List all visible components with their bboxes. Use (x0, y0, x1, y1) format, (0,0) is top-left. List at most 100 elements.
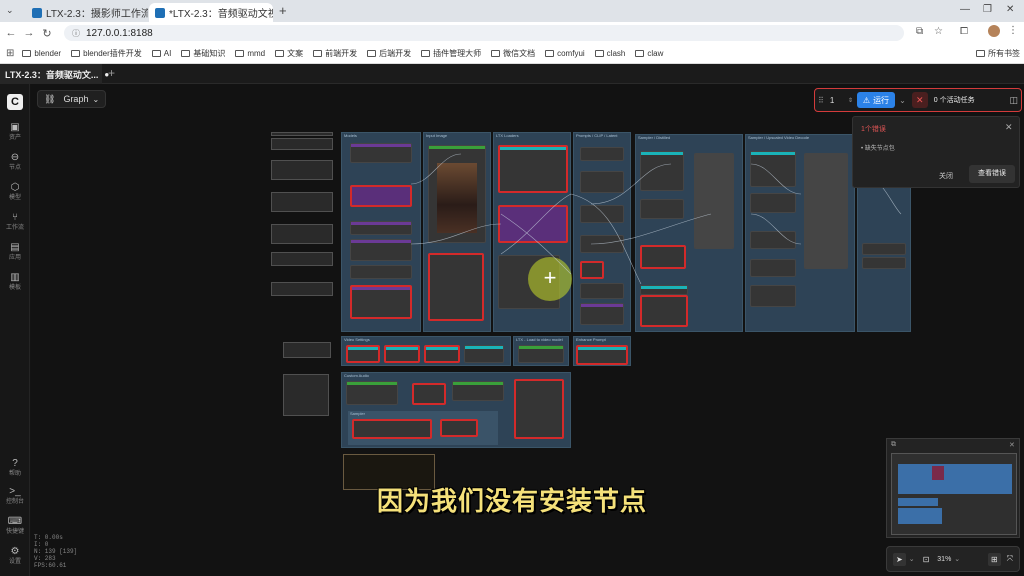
minimap-toggle-icon[interactable]: ⊞ (987, 552, 1001, 566)
folder-icon (181, 50, 191, 57)
minimize-window-button[interactable]: — (960, 4, 970, 15)
bookmark-folder[interactable]: AI (151, 49, 171, 58)
address-bar[interactable]: ⓘ 127.0.0.1:8188 (64, 25, 904, 41)
run-toolbar: ⠿ 1 ⇕ ⚠ 运行 ⌄ ✕ 0 个活动任务 ◫ (814, 88, 1022, 112)
apps-grid-icon[interactable]: ⊞ (6, 48, 14, 59)
workflow-tab[interactable]: LTX-2.3：音频驱动文... ● (0, 64, 109, 84)
folder-icon (235, 50, 245, 57)
canvas-tools: ➤ ⌄ ⊡ 31% ⌄ ⊞ ⤧ (886, 546, 1020, 572)
minimap-icon: ⧉ (891, 441, 896, 448)
maximize-window-button[interactable]: ❐ (983, 4, 992, 15)
cube-icon: ⬡ (10, 182, 20, 193)
folder-icon (421, 50, 431, 57)
browser-menu-icon[interactable]: ⋮ (1008, 25, 1018, 36)
perf-stats: T: 0.00s I: 0 N: 139 [139] V: 283 FPS:60… (34, 534, 78, 569)
address-url: 127.0.0.1:8188 (86, 27, 153, 39)
site-info-icon[interactable]: ⓘ (72, 28, 80, 39)
bookmark-folder[interactable]: 前端开发 (313, 48, 357, 59)
bookmark-folder[interactable]: comfyui (545, 49, 585, 58)
chevron-down-icon[interactable]: ⌄ (954, 555, 960, 563)
video-subtitle: 因为我们没有安装节点 (376, 486, 647, 516)
bookmark-folder[interactable]: 基础知识 (181, 48, 225, 59)
translate-icon[interactable]: ⧉ (916, 26, 923, 37)
bookmark-folder[interactable]: 微信文档 (491, 48, 535, 59)
chevron-down-icon[interactable]: ⌄ (909, 555, 915, 563)
profile-avatar[interactable] (988, 25, 1000, 37)
run-options-chevron-icon[interactable]: ⌄ (899, 96, 906, 105)
error-item[interactable]: • 缺失节点包 (861, 143, 895, 152)
folder-icon (635, 50, 645, 57)
browser-toolbar: ← → ↻ ⓘ 127.0.0.1:8188 ⧉ ☆ ⧠ ⋮ (0, 22, 1024, 44)
sidebar-item-help[interactable]: ? 帮助 (0, 458, 30, 478)
browser-tab-bar: ⌄ LTX-2.3：摄影师工作流、文生 ✕ *LTX-2.3：音频驱动文视频生 … (0, 0, 1024, 22)
sidebar-item-nodes[interactable]: ⊖ 节点 (0, 152, 30, 172)
link-visibility-icon[interactable]: ⤧ (1007, 554, 1013, 564)
close-minimap-icon[interactable]: ✕ (1009, 441, 1015, 449)
select-tool-icon[interactable]: ➤ (893, 552, 906, 566)
folder-icon (22, 50, 32, 57)
tab-list-icon[interactable]: ⌄ (6, 5, 14, 16)
template-icon: ▥ (10, 272, 20, 283)
app-icon: ▤ (10, 242, 20, 253)
run-button[interactable]: ⚠ 运行 (856, 92, 896, 108)
add-workflow-tab-button[interactable]: + (108, 66, 115, 80)
panel-toggle-icon[interactable]: ◫ (1009, 95, 1018, 106)
drag-handle-icon[interactable]: ⠿ (818, 96, 824, 105)
folder-icon (367, 50, 377, 57)
browser-tab-2[interactable]: *LTX-2.3：音频驱动文视频生 ✕ (149, 3, 273, 22)
bookmark-folder[interactable]: claw (635, 49, 663, 58)
close-window-button[interactable]: ✕ (1006, 4, 1014, 15)
gear-icon: ⚙ (10, 546, 20, 557)
close-button[interactable]: 关闭 (939, 171, 953, 181)
cancel-run-button[interactable]: ✕ (911, 92, 928, 108)
extensions-icon[interactable]: ⧠ (960, 26, 968, 37)
node-icon: ⊖ (10, 152, 20, 163)
folder-icon (976, 50, 985, 57)
bookmark-folder[interactable]: blender (22, 49, 61, 58)
bookmark-folder[interactable]: clash (594, 49, 625, 58)
bookmark-star-icon[interactable]: ☆ (934, 26, 943, 37)
bookmark-folder[interactable]: 文案 (275, 48, 303, 59)
sidebar-item-apps[interactable]: ▤ 应用 (0, 242, 30, 262)
bookmark-folder[interactable]: 插件管理大师 (421, 48, 481, 59)
warning-icon: ⚠ (862, 95, 871, 105)
fit-view-icon[interactable]: ⊡ (923, 555, 930, 564)
image-icon: ▣ (10, 122, 20, 133)
sidebar-item-workflows[interactable]: ⑂ 工作流 (0, 212, 30, 232)
workflow-icon: ⑂ (12, 212, 18, 223)
sidebar-item-settings[interactable]: ⚙ 设置 (0, 546, 30, 566)
comfy-favicon-icon (155, 7, 165, 18)
workflow-tab-title: LTX-2.3：音频驱动文... (5, 69, 99, 80)
sidebar-item-shortcuts[interactable]: ⌨ 快捷键 (0, 516, 30, 536)
forward-icon[interactable]: → (20, 27, 38, 39)
browser-tab-1[interactable]: LTX-2.3：摄影师工作流、文生 ✕ (26, 3, 148, 22)
folder-icon (545, 50, 555, 57)
folder-icon (275, 50, 285, 57)
error-panel: 1个错误 ✕ • 缺失节点包 关闭 查看错误 (852, 116, 1020, 188)
sidebar-item-templates[interactable]: ▥ 模板 (0, 272, 30, 292)
folder-icon (491, 50, 501, 57)
reload-icon[interactable]: ↻ (38, 27, 56, 40)
bookmark-folder[interactable]: mmd (235, 49, 265, 58)
run-count-input[interactable]: 1 (830, 96, 848, 105)
folder-icon (313, 50, 323, 57)
zoom-level[interactable]: 31% (937, 556, 951, 563)
error-title: 1个错误 (861, 126, 886, 133)
stepper-icon[interactable]: ⇕ (848, 97, 853, 104)
view-errors-button[interactable]: 查看错误 (969, 165, 1015, 183)
back-icon[interactable]: ← (2, 27, 20, 39)
browser-tab-2-title: *LTX-2.3：音频驱动文视频生 (169, 9, 273, 20)
app-header: LTX-2.3：音频驱动文... ● + (0, 64, 1024, 84)
help-icon: ? (12, 458, 18, 469)
close-icon[interactable]: ✕ (1005, 122, 1013, 133)
folder-icon (71, 50, 81, 57)
bookmark-folder[interactable]: 后端开发 (367, 48, 411, 59)
active-tasks-button[interactable]: 0 个活动任务 (934, 95, 975, 105)
bookmark-folder[interactable]: blender插件开发 (71, 48, 142, 59)
all-bookmarks[interactable]: 所有书签 (976, 48, 1020, 59)
new-tab-button[interactable]: + (279, 3, 287, 18)
sidebar-item-assets[interactable]: ▣ 资产 (0, 122, 30, 142)
comfy-logo[interactable]: C (0, 94, 30, 110)
sidebar-item-models[interactable]: ⬡ 模型 (0, 182, 30, 202)
folder-icon (594, 50, 604, 57)
